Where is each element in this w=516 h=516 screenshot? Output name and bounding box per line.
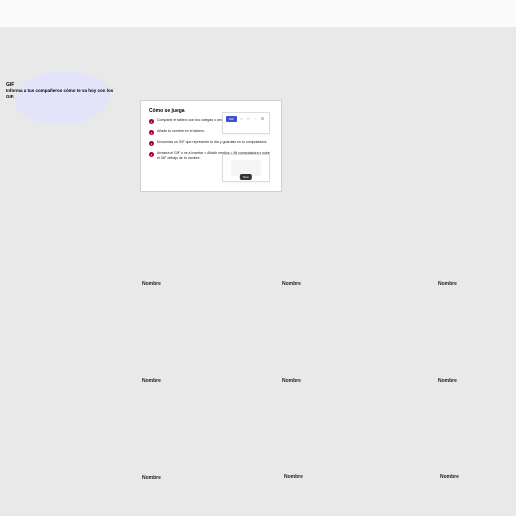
name-label[interactable]: Nombre — [282, 281, 301, 287]
step-text: Añade tu nombre en el tablero. — [157, 129, 205, 134]
step-num: 2 — [149, 130, 154, 135]
name-label[interactable]: Nombre — [440, 474, 459, 480]
media-tag: Nom — [240, 174, 252, 180]
name-label[interactable]: Nombre — [438, 378, 457, 384]
preview-toolbar[interactable]: GIF ○ □ ⋯ ⊞ — [222, 112, 270, 134]
circle-icon[interactable]: ○ — [239, 116, 244, 121]
step-num: 3 — [149, 141, 154, 146]
grid-icon[interactable]: ⊞ — [260, 116, 265, 121]
dots-icon[interactable]: ⋯ — [253, 116, 258, 121]
name-label[interactable]: Nombre — [284, 474, 303, 480]
name-label[interactable]: Nombre — [142, 281, 161, 287]
step-text: Comparte el tablero con tus colegas o am… — [157, 118, 229, 123]
preview-media[interactable]: Nom — [222, 154, 270, 182]
step-3: 3 Encuentra un GIF que represente tu día… — [149, 140, 273, 146]
square-icon[interactable]: □ — [246, 116, 251, 121]
name-label[interactable]: Nombre — [282, 378, 301, 384]
name-label[interactable]: Nombre — [438, 281, 457, 287]
media-placeholder: Nom — [231, 160, 261, 176]
workspace[interactable]: GIF Informa a tus compañeros cómo te va … — [0, 27, 516, 516]
step-num: 4 — [149, 152, 154, 157]
gif-header: GIF Informa a tus compañeros cómo te va … — [6, 82, 116, 101]
gif-button[interactable]: GIF — [226, 116, 237, 122]
topbar — [0, 0, 516, 27]
step-text: Encuentra un GIF que represente tu día y… — [157, 140, 267, 145]
gif-subtitle: Informa a tus compañeros cómo te va hoy … — [6, 88, 116, 101]
name-label[interactable]: Nombre — [142, 378, 161, 384]
name-label[interactable]: Nombre — [142, 475, 161, 481]
step-num: 1 — [149, 119, 154, 124]
preview-bar: GIF ○ □ ⋯ ⊞ — [223, 113, 269, 125]
